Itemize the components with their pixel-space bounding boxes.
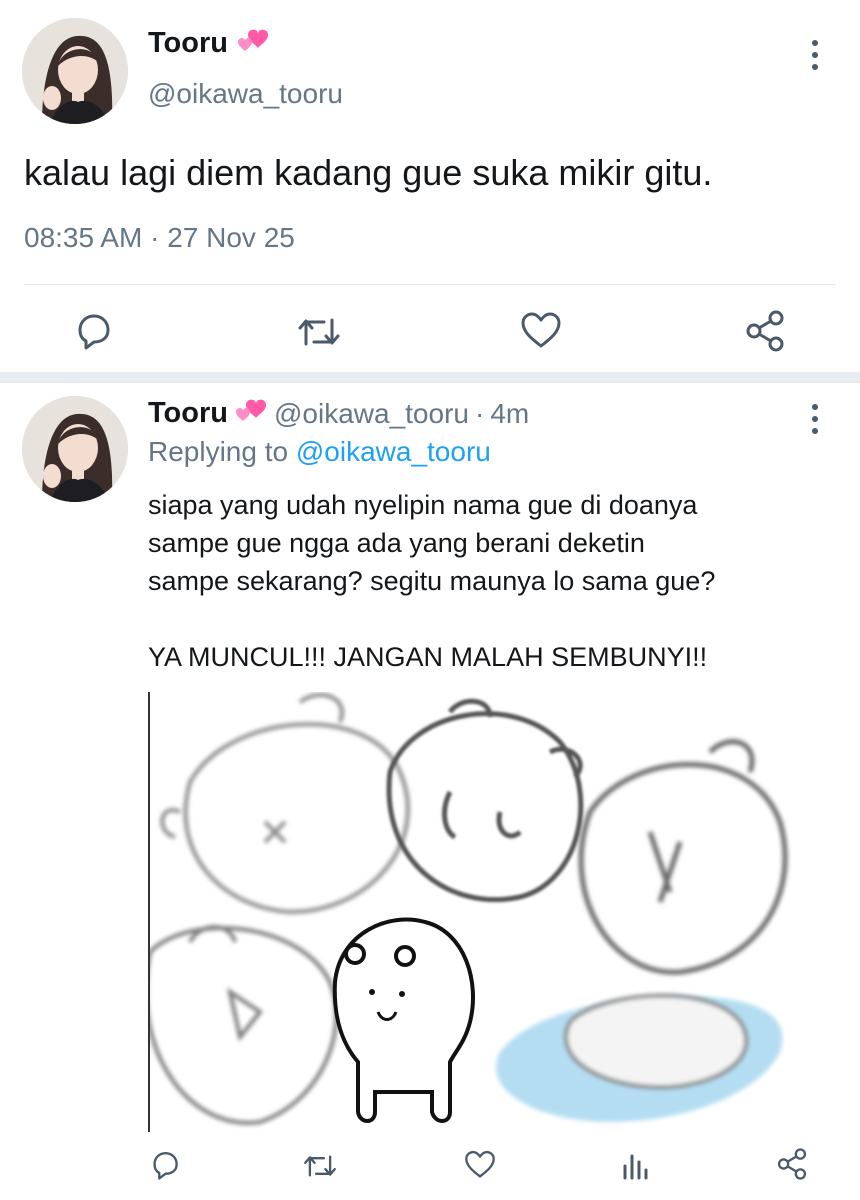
more-options-icon[interactable] bbox=[812, 404, 818, 440]
reply-age: 4m bbox=[490, 397, 530, 429]
main-tweet-text: kalau lagi diem kadang gue suka mikir gi… bbox=[24, 152, 713, 193]
reply-icon[interactable] bbox=[72, 312, 112, 350]
retweet-icon[interactable] bbox=[296, 314, 342, 350]
avatar-illustration bbox=[22, 396, 128, 502]
reply-handle[interactable]: @oikawa_tooru bbox=[274, 398, 469, 430]
dot-separator: · bbox=[474, 397, 485, 429]
share-icon[interactable] bbox=[744, 310, 786, 352]
retweet-icon[interactable] bbox=[302, 1152, 338, 1180]
divider bbox=[0, 382, 860, 383]
avatar-illustration bbox=[22, 18, 128, 124]
replying-to-label: Replying to bbox=[148, 436, 289, 467]
tweet-time: 08:35 AM bbox=[24, 222, 143, 253]
like-icon[interactable] bbox=[464, 1150, 496, 1180]
timestamp-separator: · bbox=[150, 222, 160, 253]
reply-avatar[interactable] bbox=[22, 396, 128, 502]
meme-image-bears-blur bbox=[150, 692, 788, 1125]
analytics-icon[interactable] bbox=[622, 1148, 650, 1180]
main-display-name[interactable]: Tooru bbox=[148, 27, 228, 60]
more-options-icon[interactable] bbox=[812, 40, 818, 76]
two-hearts-icon bbox=[234, 396, 268, 431]
like-icon[interactable] bbox=[520, 312, 562, 350]
replying-to-line: Replying to @oikawa_tooru bbox=[148, 436, 491, 468]
share-icon[interactable] bbox=[776, 1148, 808, 1180]
tweet-separator bbox=[0, 372, 860, 382]
two-hearts-icon bbox=[236, 26, 270, 61]
divider bbox=[24, 284, 836, 285]
main-avatar[interactable] bbox=[22, 18, 128, 124]
main-handle[interactable]: @oikawa_tooru bbox=[148, 78, 343, 110]
replying-to-handle[interactable]: @oikawa_tooru bbox=[296, 436, 491, 467]
tweet-date: 27 Nov 25 bbox=[167, 222, 295, 253]
reply-tweet-text: siapa yang udah nyelipin nama gue di doa… bbox=[148, 490, 716, 672]
reply-display-name[interactable]: Tooru bbox=[148, 397, 228, 430]
reply-icon[interactable] bbox=[148, 1150, 180, 1180]
tweet-media-image[interactable] bbox=[148, 692, 796, 1132]
tweet-timestamp[interactable]: 08:35 AM · 27 Nov 25 bbox=[24, 222, 295, 254]
